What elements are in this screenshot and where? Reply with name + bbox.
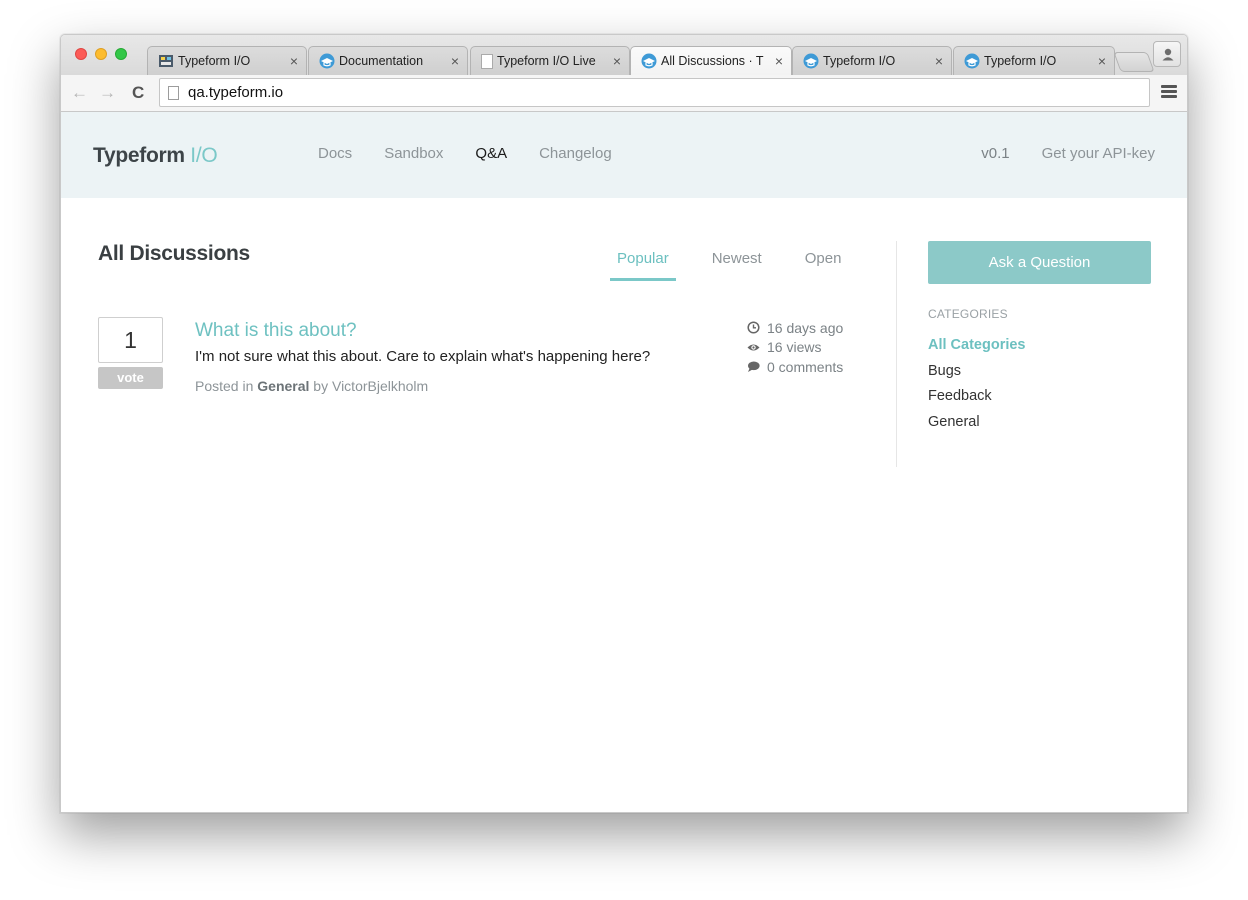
nav-changelog[interactable]: Changelog — [539, 145, 612, 162]
tab-title: Typeform I/O — [823, 54, 896, 68]
typeform-cap-favicon-icon — [319, 53, 335, 69]
eye-icon — [747, 341, 760, 354]
tab-close-icon[interactable]: × — [935, 53, 943, 69]
browser-toolbar: ← → C qa.typeform.io — [61, 75, 1187, 112]
categories-heading: CATEGORIES — [928, 307, 1008, 321]
question-comments[interactable]: 0 comments — [767, 359, 843, 375]
question-meta: Posted in General by VictorBjelkholm — [195, 378, 428, 394]
categories-list: All Categories Bugs Feedback General — [928, 337, 1026, 439]
tab-title: Typeform I/O — [178, 54, 251, 68]
tab-popular[interactable]: Popular — [610, 250, 676, 281]
vote-button[interactable]: vote — [98, 367, 163, 389]
question-category-link[interactable]: General — [257, 378, 309, 394]
browser-tab[interactable]: Typeform I/O Live × — [470, 46, 630, 75]
column-divider — [896, 241, 897, 467]
typeform-cap-favicon-icon — [641, 53, 657, 69]
address-bar[interactable]: qa.typeform.io — [159, 78, 1150, 107]
nav-docs[interactable]: Docs — [318, 145, 352, 162]
site-header: Typeform I/O Docs Sandbox Q&A Changelog … — [61, 112, 1187, 198]
tab-newest[interactable]: Newest — [705, 250, 769, 281]
tab-title: All Discussions · T — [661, 54, 764, 68]
header-right: v0.1 Get your API-key — [981, 145, 1155, 162]
category-feedback[interactable]: Feedback — [928, 388, 1026, 414]
site-logo[interactable]: Typeform I/O — [93, 134, 283, 178]
version-label[interactable]: v0.1 — [981, 145, 1009, 162]
tab-close-icon[interactable]: × — [451, 53, 459, 69]
typeform-cap-favicon-icon — [803, 53, 819, 69]
main-content: All Discussions Popular Newest Open 1 vo… — [61, 198, 1187, 812]
tab-strip: Typeform I/O × Documentation × Typeform … — [61, 35, 1187, 75]
category-bugs[interactable]: Bugs — [928, 363, 1026, 389]
tab-close-icon[interactable]: × — [290, 53, 298, 69]
category-general[interactable]: General — [928, 414, 1026, 440]
question-views: 16 views — [767, 339, 822, 356]
typeform-cap-favicon-icon — [964, 53, 980, 69]
category-all[interactable]: All Categories — [928, 337, 1026, 363]
question-title[interactable]: What is this about? — [195, 320, 357, 342]
zoom-window-button[interactable] — [115, 48, 127, 60]
page-icon — [168, 85, 179, 100]
tab-close-icon[interactable]: × — [613, 53, 621, 69]
url-text[interactable]: qa.typeform.io — [188, 84, 283, 101]
browser-window: Typeform I/O × Documentation × Typeform … — [60, 34, 1188, 813]
forward-arrow-icon[interactable]: → — [99, 83, 116, 103]
question-author-link[interactable]: VictorBjelkholm — [332, 378, 428, 394]
question-excerpt: I'm not sure what this about. Care to ex… — [195, 348, 651, 365]
tab-close-icon[interactable]: × — [1098, 53, 1106, 69]
minimize-window-button[interactable] — [95, 48, 107, 60]
clock-icon — [747, 321, 760, 334]
posted-in-prefix: Posted in — [195, 378, 254, 394]
logo-accent: I/O — [190, 144, 218, 167]
tab-title: Typeform I/O Live — [497, 54, 596, 68]
close-window-button[interactable] — [75, 48, 87, 60]
comment-icon — [747, 360, 760, 373]
filter-tabs: Popular Newest Open — [610, 250, 877, 281]
blank-page-favicon-icon — [481, 53, 493, 69]
profile-button[interactable] — [1153, 41, 1181, 67]
page-title: All Discussions — [98, 242, 250, 265]
person-icon — [1162, 48, 1174, 61]
hamburger-menu-icon[interactable] — [1161, 85, 1177, 99]
browser-tab[interactable]: Typeform I/O × — [792, 46, 952, 75]
nav-qa[interactable]: Q&A — [475, 145, 507, 162]
api-key-link[interactable]: Get your API-key — [1042, 145, 1155, 162]
typeform-io-favicon-icon — [158, 53, 174, 69]
question-stats: 16 days ago 16 views 0 comments — [747, 318, 843, 377]
main-nav: Docs Sandbox Q&A Changelog — [318, 145, 644, 162]
tab-title: Typeform I/O — [984, 54, 1057, 68]
new-tab-button[interactable] — [1113, 52, 1155, 72]
browser-tab[interactable]: Documentation × — [308, 46, 468, 75]
browser-tab[interactable]: Typeform I/O × — [147, 46, 307, 75]
nav-sandbox[interactable]: Sandbox — [384, 145, 443, 162]
ask-question-button[interactable]: Ask a Question — [928, 241, 1151, 284]
browser-tab-active[interactable]: All Discussions · T × — [630, 46, 792, 75]
tab-title: Documentation — [339, 54, 424, 68]
question-age: 16 days ago — [767, 319, 844, 336]
tab-close-icon[interactable]: × — [775, 53, 783, 69]
back-arrow-icon[interactable]: ← — [71, 83, 88, 103]
browser-tab[interactable]: Typeform I/O × — [953, 46, 1115, 75]
logo-text: Typeform — [93, 144, 185, 167]
tab-open[interactable]: Open — [798, 250, 849, 281]
by-prefix: by — [313, 378, 329, 394]
vote-count: 1 — [98, 317, 163, 363]
reload-icon[interactable]: C — [132, 83, 144, 103]
